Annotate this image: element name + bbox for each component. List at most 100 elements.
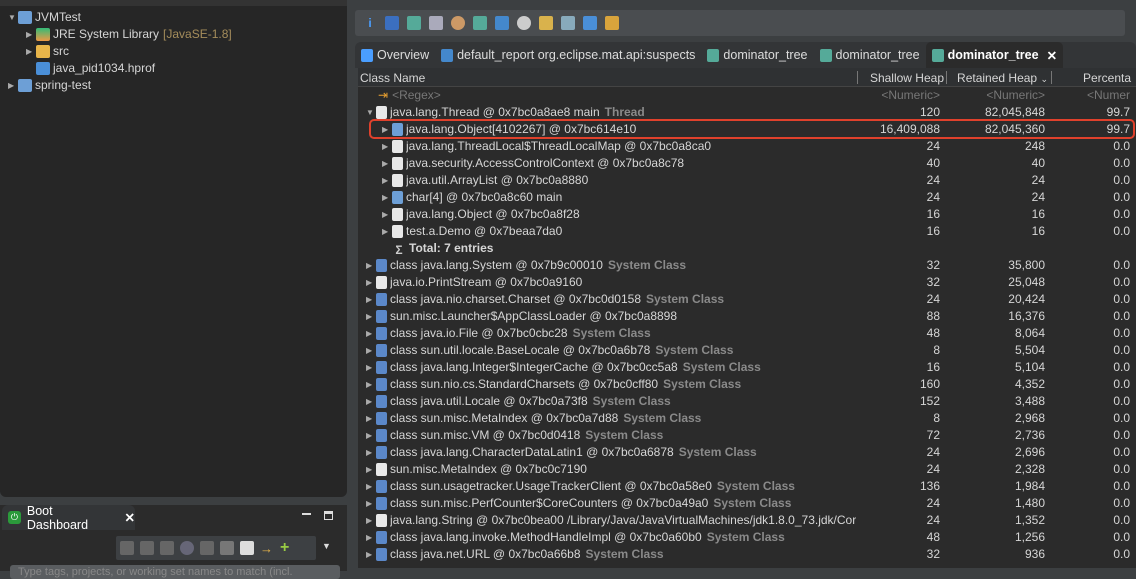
tab-boot-dashboard[interactable]: ⏻ Boot Dashboard ✕ (2, 504, 135, 532)
expand-arrow-icon[interactable]: ▶ (382, 223, 392, 240)
boot-search-input[interactable]: Type tags, projects, or working set name… (10, 565, 340, 579)
expand-arrow-icon[interactable]: ▶ (366, 393, 376, 410)
table-row[interactable]: ▶ class sun.misc.MetaIndex @ 0x7bc0a7d88 S… (358, 410, 1133, 427)
expand-arrow-icon[interactable]: ▶ (366, 427, 376, 444)
expand-arrow-icon[interactable]: ▶ (366, 325, 376, 342)
expand-arrow-icon[interactable]: ▶ (366, 342, 376, 359)
maximize-icon[interactable] (324, 511, 333, 520)
query-browser-icon[interactable] (495, 16, 509, 30)
expand-arrow-icon[interactable]: ▶ (382, 172, 392, 189)
table-row[interactable]: ▶ class java.lang.CharacterDataLatin1 @ 0… (358, 444, 1133, 461)
expand-arrow-icon[interactable]: ▶ (366, 546, 376, 563)
expand-arrow-icon[interactable]: ▶ (382, 155, 392, 172)
expand-arrow-icon[interactable]: ▶ (26, 43, 36, 60)
expand-arrow-icon[interactable]: ▶ (366, 257, 376, 274)
expand-arrow-icon[interactable]: ▶ (366, 461, 376, 478)
table-row[interactable]: ▶ class sun.nio.cs.StandardCharsets @ 0x7… (358, 376, 1133, 393)
expand-arrow-icon[interactable]: ▶ (26, 26, 36, 43)
tree-item-jvmtest[interactable]: ▼ JVMTest (8, 9, 81, 26)
expand-arrow-icon[interactable]: ▶ (382, 138, 392, 155)
table-row[interactable]: ▶ class java.util.Locale @ 0x7bc0a73f8 Sys… (358, 393, 1133, 410)
expand-arrow-icon[interactable]: ▶ (366, 529, 376, 546)
table-row[interactable]: ▶ java.lang.Object @ 0x7bc0a8f28 16 16 0.0 (358, 206, 1133, 223)
table-row[interactable]: ▶ class java.nio.charset.Charset @ 0x7bc0… (358, 291, 1133, 308)
expand-arrow-icon[interactable]: ▶ (366, 359, 376, 376)
minimize-icon[interactable] (302, 513, 311, 515)
navigate-icon[interactable] (605, 16, 619, 30)
table-row[interactable]: ▶ java.io.PrintStream @ 0x7bc0a9160 32 25,0… (358, 274, 1133, 291)
tab-dominator-tree[interactable]: dominator_tree (701, 42, 813, 68)
table-row[interactable]: ▶ java.lang.ThreadLocal$ThreadLocalMap @ … (358, 138, 1133, 155)
histogram-icon[interactable] (385, 16, 399, 30)
calculate-retained-icon[interactable] (561, 16, 575, 30)
expand-arrow-icon[interactable]: ▶ (366, 478, 376, 495)
tab-dominator-tree[interactable]: dominator_tree (814, 42, 926, 68)
dominator-tree-icon[interactable] (407, 16, 421, 30)
tab-default-report[interactable]: default_report org.eclipse.mat.api:suspe… (435, 42, 701, 68)
column-retained-heap[interactable]: Retained Heap ⌄ (957, 71, 1048, 85)
column-percentage[interactable]: Percenta (1083, 71, 1131, 85)
table-row[interactable]: ▶ class java.lang.invoke.MethodHandleImpl… (358, 529, 1133, 546)
filter-shallow-input[interactable]: <Numeric> (881, 87, 940, 104)
tab-overview[interactable]: Overview (355, 42, 435, 68)
add-icon[interactable]: + (280, 540, 294, 556)
expand-arrow-icon[interactable]: ▶ (382, 189, 392, 206)
table-row[interactable]: ▶ char[4] @ 0x7bc0a8c60 main 24 24 0.0 (358, 189, 1133, 206)
table-row[interactable]: ▶ java.util.ArrayList @ 0x7bc0a8880 24 24 0.… (358, 172, 1133, 189)
open-browser-icon[interactable] (180, 541, 194, 555)
column-separator[interactable] (857, 71, 858, 84)
thread-overview-icon[interactable] (451, 16, 465, 30)
column-class-name[interactable]: Class Name (360, 71, 425, 85)
tree-item-jre[interactable]: ▶ JRE System Library [JavaSE-1.8] (26, 26, 232, 43)
debug-icon[interactable] (140, 541, 154, 555)
expand-arrow-icon[interactable]: ▼ (8, 9, 18, 26)
table-row[interactable]: ▶ class java.lang.System @ 0x7b9c00010 Sys… (358, 257, 1133, 274)
expand-arrow-icon[interactable]: ▶ (366, 410, 376, 427)
expand-arrow-icon[interactable]: ▶ (366, 444, 376, 461)
find-object-icon[interactable] (517, 16, 531, 30)
oql-icon[interactable] (429, 16, 443, 30)
filter-percentage-input[interactable]: <Numer (1087, 87, 1130, 104)
table-row[interactable]: ▶ class sun.misc.PerfCounter$CoreCounters… (358, 495, 1133, 512)
group-by-icon[interactable] (539, 16, 553, 30)
expand-arrow-icon[interactable]: ▶ (382, 206, 392, 223)
expand-arrow-icon[interactable]: ▶ (366, 512, 376, 529)
expand-arrow-icon[interactable]: ▶ (366, 495, 376, 512)
filter-name-input[interactable]: <Regex> (392, 87, 441, 104)
export-icon[interactable] (583, 16, 597, 30)
column-shallow-heap[interactable]: Shallow Heap (870, 71, 944, 85)
table-icon[interactable] (240, 541, 254, 555)
start-icon[interactable] (120, 541, 134, 555)
filter-retained-input[interactable]: <Numeric> (986, 87, 1045, 104)
expand-arrow-icon[interactable]: ▶ (366, 291, 376, 308)
table-row[interactable]: Σ Total: 7 entries (358, 240, 1133, 257)
tree-item-src[interactable]: ▶ src (26, 43, 69, 60)
column-separator[interactable] (946, 71, 947, 84)
filter-row[interactable]: ⇥ <Regex> <Numeric> <Numeric> <Numer (358, 87, 1133, 104)
stop-icon[interactable] (160, 541, 174, 555)
run-report-icon[interactable] (473, 16, 487, 30)
table-row[interactable]: ▶ sun.misc.MetaIndex @ 0x7bc0c7190 24 2,328… (358, 461, 1133, 478)
tree-item-hprof[interactable]: java_pid1034.hprof (36, 60, 155, 77)
table-row[interactable]: ▶ class java.lang.Integer$IntegerCache @ … (358, 359, 1133, 376)
table-row[interactable]: ▶ class java.net.URL @ 0x7bc0a66b8 System … (358, 546, 1133, 563)
tree-item-spring-test[interactable]: ▶ spring-test (8, 77, 91, 94)
tab-dominator-tree[interactable]: dominator_tree ✕ (925, 42, 1064, 68)
column-separator[interactable] (1051, 71, 1052, 84)
edit-icon[interactable] (220, 541, 234, 555)
view-menu-icon[interactable]: ▼ (322, 541, 331, 551)
close-icon[interactable]: ✕ (125, 510, 135, 525)
table-row[interactable]: ▶ sun.misc.Launcher$AppClassLoader @ 0x7b… (358, 308, 1133, 325)
table-row[interactable]: ▶ class sun.util.locale.BaseLocale @ 0x7b… (358, 342, 1133, 359)
table-row[interactable]: ▶ java.security.AccessControlContext @ 0x… (358, 155, 1133, 172)
console-icon[interactable] (200, 541, 214, 555)
table-row[interactable]: ▶ class java.io.File @ 0x7bc0cbc28 System … (358, 325, 1133, 342)
expand-arrow-icon[interactable]: ▶ (366, 274, 376, 291)
expand-arrow-icon[interactable]: ▶ (366, 308, 376, 325)
expand-arrow-icon[interactable]: ▶ (366, 376, 376, 393)
table-row[interactable]: ▶ class sun.usagetracker.UsageTrackerClie… (358, 478, 1133, 495)
expand-arrow-icon[interactable]: ▶ (8, 77, 18, 94)
table-row[interactable]: ▶ class sun.misc.VM @ 0x7bc0d0418 System C… (358, 427, 1133, 444)
table-row[interactable]: ▶ test.a.Demo @ 0x7beaa7da0 16 16 0.0 (358, 223, 1133, 240)
table-row[interactable]: ▶ java.lang.String @ 0x7bc0bea00 /Library… (358, 512, 1133, 529)
